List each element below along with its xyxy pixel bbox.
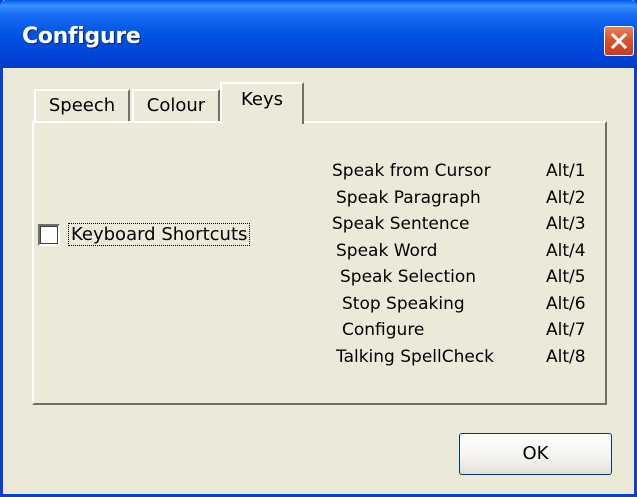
tab-label: Colour bbox=[146, 95, 206, 116]
shortcut-key: Alt/3 bbox=[546, 214, 586, 234]
tab-speech[interactable]: Speech bbox=[34, 89, 130, 121]
tab-label: Keys bbox=[240, 89, 283, 110]
title-bar[interactable]: Configure bbox=[0, 0, 637, 68]
shortcut-key: Alt/5 bbox=[546, 267, 586, 287]
shortcut-action: Speak from Cursor bbox=[332, 161, 491, 181]
shortcut-action: Speak Word bbox=[336, 240, 438, 261]
tab-colour[interactable]: Colour bbox=[132, 89, 220, 121]
keys-tab-panel bbox=[32, 121, 607, 405]
keyboard-shortcuts-checkbox[interactable] bbox=[38, 224, 60, 246]
close-icon bbox=[611, 33, 627, 49]
shortcut-key: Alt/2 bbox=[546, 187, 586, 208]
shortcut-key: Alt/8 bbox=[546, 346, 586, 367]
keyboard-shortcuts-label[interactable]: Keyboard Shortcuts bbox=[68, 223, 251, 246]
tab-keys[interactable]: Keys bbox=[220, 82, 304, 124]
shortcut-key: Alt/4 bbox=[546, 240, 586, 261]
shortcut-action: Stop Speaking bbox=[342, 293, 465, 314]
shortcut-key: Alt/7 bbox=[546, 320, 586, 340]
shortcut-action: Speak Paragraph bbox=[336, 187, 481, 208]
shortcut-action: Speak Selection bbox=[340, 267, 477, 287]
shortcut-action: Configure bbox=[342, 320, 425, 340]
shortcut-action: Speak Sentence bbox=[332, 214, 470, 234]
close-button[interactable] bbox=[604, 26, 634, 56]
shortcut-action: Talking SpellCheck bbox=[336, 346, 495, 367]
shortcut-key: Alt/6 bbox=[546, 293, 586, 314]
shortcut-key: Alt/1 bbox=[546, 161, 586, 181]
ok-button[interactable]: OK bbox=[459, 433, 612, 475]
tab-label: Speech bbox=[48, 95, 116, 116]
window-title: Configure bbox=[22, 24, 141, 49]
